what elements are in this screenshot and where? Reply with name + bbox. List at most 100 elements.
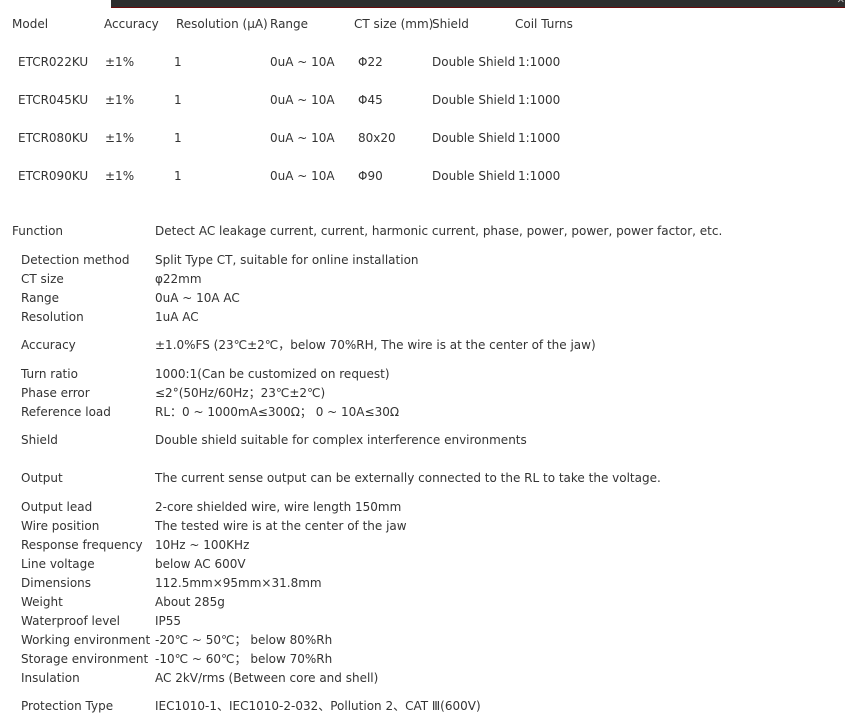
table-row: ETCR045KU ±1% 1 0uA ~ 10A Φ45 Double Shi… xyxy=(0,91,845,109)
spec-label: Storage environment xyxy=(21,652,149,666)
spec-value: 10Hz ~ 100KHz xyxy=(155,538,250,552)
spec-value: ≤2°(50Hz/60Hz；23℃±2℃) xyxy=(155,386,326,400)
spec-row-protection-type: Protection Type IEC1010-1、IEC1010-2-032、… xyxy=(0,697,845,715)
cell-range: 0uA ~ 10A xyxy=(270,93,335,107)
header-range: Range xyxy=(270,17,309,31)
spec-label: Phase error xyxy=(21,386,90,400)
spec-label: Shield xyxy=(21,433,58,447)
spec-row-ct-size: CT size φ22mm xyxy=(0,270,845,288)
header-resolution: Resolution (μA) xyxy=(176,17,268,31)
spec-value: The current sense output can be external… xyxy=(155,471,661,485)
spec-label: Working environment xyxy=(21,633,151,647)
cell-shield: Double Shield xyxy=(432,93,516,107)
cell-resolution: 1 xyxy=(174,169,182,183)
spec-label: Turn ratio xyxy=(21,367,78,381)
table-row: ETCR090KU ±1% 1 0uA ~ 10A Φ90 Double Shi… xyxy=(0,167,845,185)
spec-value: About 285g xyxy=(155,595,225,609)
cell-coil-turns: 1:1000 xyxy=(518,93,561,107)
spec-value: Detect AC leakage current, current, harm… xyxy=(155,224,723,238)
cell-resolution: 1 xyxy=(174,55,182,69)
header-coil-turns: Coil Turns xyxy=(515,17,573,31)
spec-value: IP55 xyxy=(155,614,182,628)
spec-value: The tested wire is at the center of the … xyxy=(155,519,407,533)
table-header-row: Model Accuracy Resolution (μA) Range CT … xyxy=(0,15,845,33)
spec-value: 1uA AC xyxy=(155,310,199,324)
spec-label: Waterproof level xyxy=(21,614,121,628)
spec-value: RL：0 ~ 1000mA≤300Ω； 0 ~ 10A≤30Ω xyxy=(155,405,400,419)
cell-model: ETCR080KU xyxy=(18,131,89,145)
spec-row-reference-load: Reference load RL：0 ~ 1000mA≤300Ω； 0 ~ 1… xyxy=(0,403,845,421)
spec-label: Detection method xyxy=(21,253,130,267)
spec-value: ±1.0%FS (23℃±2℃，below 70%RH, The wire is… xyxy=(155,338,596,352)
spec-label: Function xyxy=(12,224,64,238)
spec-row-response-frequency: Response frequency 10Hz ~ 100KHz xyxy=(0,536,845,554)
spec-label: CT size xyxy=(21,272,64,286)
spec-label: Weight xyxy=(21,595,63,609)
cell-ct-size: 80x20 xyxy=(358,131,396,145)
spec-value: 2-core shielded wire, wire length 150mm xyxy=(155,500,402,514)
header-ct-size: CT size (mm) xyxy=(354,17,434,31)
header-model: Model xyxy=(12,17,49,31)
spec-value: Split Type CT, suitable for online insta… xyxy=(155,253,419,267)
spec-row-output-lead: Output lead 2-core shielded wire, wire l… xyxy=(0,498,845,516)
spec-label: Insulation xyxy=(21,671,80,685)
spec-row-turn-ratio: Turn ratio 1000:1(Can be customized on r… xyxy=(0,365,845,383)
spec-label: Output xyxy=(21,471,63,485)
cell-coil-turns: 1:1000 xyxy=(518,131,561,145)
spec-row-wire-position: Wire position The tested wire is at the … xyxy=(0,517,845,535)
cell-shield: Double Shield xyxy=(432,169,516,183)
spec-value: below AC 600V xyxy=(155,557,246,571)
spec-label: Accuracy xyxy=(21,338,76,352)
spec-row-working-environment: Working environment -20℃ ~ 50℃； below 80… xyxy=(0,631,845,649)
spec-label: Protection Type xyxy=(21,699,114,713)
cell-shield: Double Shield xyxy=(432,55,516,69)
spec-row-insulation: Insulation AC 2kV/rms (Between core and … xyxy=(0,669,845,687)
spec-label: Resolution xyxy=(21,310,84,324)
spec-row-range: Range 0uA ~ 10A AC xyxy=(0,289,845,307)
spec-row-function: Function Detect AC leakage current, curr… xyxy=(0,222,845,240)
close-icon[interactable]: ✕ xyxy=(837,0,845,6)
cell-accuracy: ±1% xyxy=(105,131,135,145)
spec-value: φ22mm xyxy=(155,272,202,286)
spec-value: 112.5mm×95mm×31.8mm xyxy=(155,576,322,590)
cell-ct-size: Φ45 xyxy=(358,93,383,107)
top-dark-bar: ✕ xyxy=(111,0,845,8)
cell-accuracy: ±1% xyxy=(105,93,135,107)
cell-accuracy: ±1% xyxy=(105,169,135,183)
spec-value: -10℃ ~ 60℃； below 70%Rh xyxy=(155,652,333,666)
cell-resolution: 1 xyxy=(174,131,182,145)
spec-label: Output lead xyxy=(21,500,93,514)
spec-row-weight: Weight About 285g xyxy=(0,593,845,611)
cell-model: ETCR045KU xyxy=(18,93,89,107)
spec-value: 1000:1(Can be customized on request) xyxy=(155,367,390,381)
spec-label: Reference load xyxy=(21,405,111,419)
cell-ct-size: Φ90 xyxy=(358,169,383,183)
spec-row-resolution: Resolution 1uA AC xyxy=(0,308,845,326)
spec-row-shield: Shield Double shield suitable for comple… xyxy=(0,431,845,449)
spec-value: IEC1010-1、IEC1010-2-032、Pollution 2、CAT … xyxy=(155,699,481,713)
spec-label: Dimensions xyxy=(21,576,92,590)
spec-value: 0uA ~ 10A AC xyxy=(155,291,240,305)
header-accuracy: Accuracy xyxy=(104,17,159,31)
cell-coil-turns: 1:1000 xyxy=(518,169,561,183)
spec-row-output: Output The current sense output can be e… xyxy=(0,469,845,487)
spec-value: AC 2kV/rms (Between core and shell) xyxy=(155,671,379,685)
spec-label: Wire position xyxy=(21,519,100,533)
spec-row-accuracy: Accuracy ±1.0%FS (23℃±2℃，below 70%RH, Th… xyxy=(0,336,845,354)
spec-row-dimensions: Dimensions 112.5mm×95mm×31.8mm xyxy=(0,574,845,592)
spec-row-phase-error: Phase error ≤2°(50Hz/60Hz；23℃±2℃) xyxy=(0,384,845,402)
cell-range: 0uA ~ 10A xyxy=(270,169,335,183)
cell-range: 0uA ~ 10A xyxy=(270,131,335,145)
spec-value: Double shield suitable for complex inter… xyxy=(155,433,527,447)
header-shield: Shield xyxy=(432,17,469,31)
cell-model: ETCR090KU xyxy=(18,169,89,183)
table-row: ETCR080KU ±1% 1 0uA ~ 10A 80x20 Double S… xyxy=(0,129,845,147)
cell-shield: Double Shield xyxy=(432,131,516,145)
cell-range: 0uA ~ 10A xyxy=(270,55,335,69)
cell-ct-size: Φ22 xyxy=(358,55,383,69)
cell-model: ETCR022KU xyxy=(18,55,89,69)
cell-coil-turns: 1:1000 xyxy=(518,55,561,69)
spec-row-waterproof-level: Waterproof level IP55 xyxy=(0,612,845,630)
spec-label: Range xyxy=(21,291,60,305)
spec-row-line-voltage: Line voltage below AC 600V xyxy=(0,555,845,573)
